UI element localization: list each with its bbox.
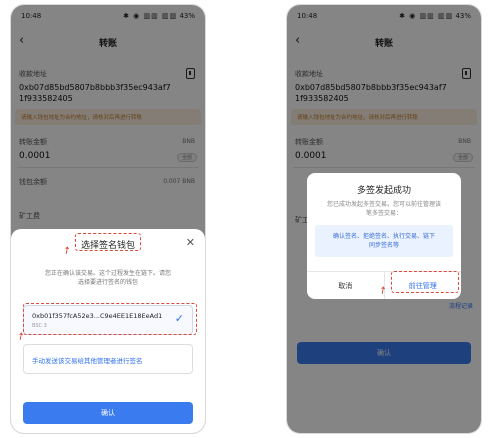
wallet-annotation-box	[23, 303, 197, 335]
dialog-steps: 确认签名、拒绝签名、执行交易、链下 同步签名等	[315, 225, 453, 257]
dialog-steps-line2: 同步签名等	[368, 242, 399, 249]
sheet-description: 您正在确认该交易。这个过程发生在链下。请您 选择要进行签名的钱包	[27, 269, 189, 287]
manual-sign-text: 手动发送该交易给其他管理者进行签名	[32, 357, 143, 365]
manage-annotation-box	[391, 271, 459, 293]
sheet-description-line2: 选择要进行签名的钱包	[77, 279, 138, 286]
manual-sign-option[interactable]: 手动发送该交易给其他管理者进行签名	[23, 344, 193, 374]
phone-left: 10:48 ✱ ◉ ▥▥ ▥▥ 43% ‹ 转账 收款地址 0xb07d85bd…	[10, 4, 206, 434]
confirm-button[interactable]: 确认	[23, 402, 193, 424]
dialog-description: 您已成功发起多签交易。您可以前往管理该 笔多签交易：	[317, 200, 451, 218]
phone-right: 10:48 ✱ ◉ ▥▥ ▥▥ 43% ‹ 转账 收款地址 0xb07d85bd…	[286, 4, 482, 434]
sheet-description-line1: 您正在确认该交易。这个过程发生在链下。请您	[44, 270, 171, 277]
title-annotation-box	[75, 233, 141, 251]
dialog-description-line2: 笔多签交易：	[365, 210, 402, 217]
dialog-description-line1: 您已成功发起多签交易。您可以前往管理该	[326, 201, 441, 208]
dialog-steps-line1: 确认签名、拒绝签名、执行交易、链下	[332, 233, 435, 240]
close-icon[interactable]: ✕	[186, 236, 195, 249]
dialog-title: 多签发起成功	[356, 186, 411, 196]
cancel-button[interactable]: 取消	[307, 272, 385, 299]
